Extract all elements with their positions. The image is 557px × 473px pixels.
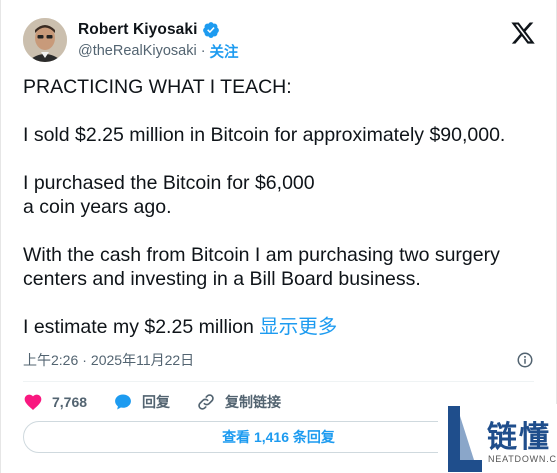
follow-button[interactable]: 关注 — [210, 41, 239, 62]
link-icon — [198, 394, 214, 410]
display-name[interactable]: Robert Kiyosaki — [78, 21, 198, 39]
copy-link-button[interactable]: 复制链接 — [196, 392, 281, 412]
reply-bubble-icon — [115, 394, 131, 410]
tweet-line-text: I estimate my $2.25 million — [23, 316, 260, 338]
watermark-subtitle: NEATDOWN.COM — [488, 454, 557, 464]
tweet-line-last: I estimate my $2.25 million 显示更多 — [23, 315, 543, 339]
action-bar: 7,768 回复 复制链接 — [23, 390, 307, 414]
divider — [23, 381, 534, 382]
tweet-line: I purchased the Bitcoin for $6,000 — [23, 172, 315, 194]
handle[interactable]: @theRealKiyosaki — [78, 43, 197, 59]
reply-label: 回复 — [142, 394, 171, 410]
tweet-header: Robert Kiyosaki @theRealKiyosaki · 关注 — [23, 14, 540, 66]
tweet-line: a coin years ago. — [23, 196, 172, 218]
tweet-meta: 上午2:26 · 2025年11月22日 — [23, 350, 534, 370]
watermark-title: 链懂 — [487, 420, 551, 455]
meta-separator: · — [82, 352, 87, 368]
tweet-card: Robert Kiyosaki @theRealKiyosaki · 关注 PR… — [0, 0, 557, 473]
copy-link-label: 复制链接 — [225, 394, 282, 410]
watermark-l-icon — [448, 406, 482, 472]
x-logo-icon[interactable] — [510, 20, 536, 46]
like-button[interactable]: 7,768 — [23, 392, 87, 412]
author-names: Robert Kiyosaki @theRealKiyosaki · 关注 — [78, 19, 239, 61]
info-icon[interactable] — [516, 351, 534, 369]
show-more-link[interactable]: 显示更多 — [259, 316, 337, 338]
tweet-line: PRACTICING WHAT I TEACH: — [23, 76, 292, 98]
tweet-time[interactable]: 上午2:26 — [23, 350, 78, 370]
tweet-line: With the cash from Bitcoin I am purchasi… — [23, 244, 500, 290]
verified-badge-icon — [202, 22, 219, 38]
avatar[interactable] — [23, 18, 67, 62]
tweet-text: PRACTICING WHAT I TEACH: I sold $2.25 mi… — [23, 75, 543, 339]
separator: · — [200, 43, 206, 59]
watermark-logo: 链懂 NEATDOWN.COM — [438, 404, 557, 473]
reply-button[interactable]: 回复 — [113, 392, 170, 412]
like-count: 7,768 — [52, 394, 88, 410]
heart-icon — [24, 394, 42, 410]
tweet-date[interactable]: 2025年11月22日 — [91, 350, 194, 370]
tweet-line: I sold $2.25 million in Bitcoin for appr… — [23, 124, 506, 146]
